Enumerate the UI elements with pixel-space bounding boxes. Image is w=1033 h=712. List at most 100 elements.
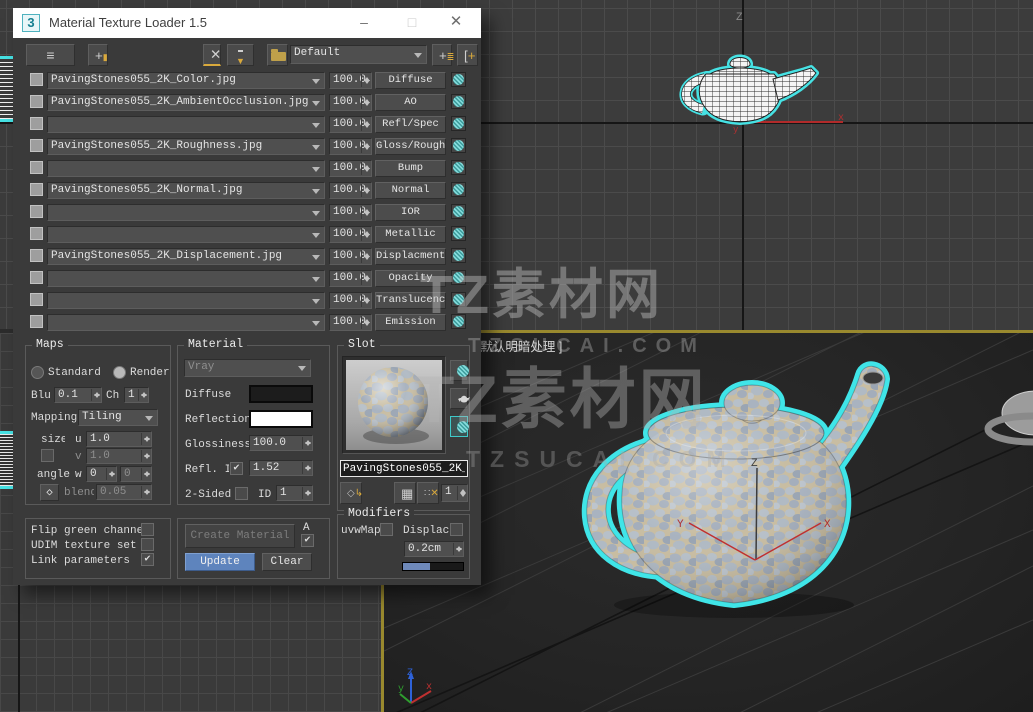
map-type-button[interactable]: Refl/Spec <box>375 116 446 133</box>
amount-spinner[interactable]: 100.0 <box>329 270 372 287</box>
amount-spinner[interactable]: 100.0 <box>329 248 372 265</box>
texture-file-dropdown[interactable] <box>47 226 325 243</box>
map-enable-checkbox[interactable] <box>30 293 43 306</box>
u-size-spinner[interactable]: 1.0 <box>86 431 152 447</box>
map-type-button[interactable]: Displacment <box>375 248 446 265</box>
standard-radio-label[interactable]: Standard <box>48 367 101 379</box>
add-preset-button[interactable]: +≣ <box>432 44 454 66</box>
material-name-input[interactable] <box>340 460 468 477</box>
reflection-color-swatch[interactable] <box>249 410 313 428</box>
texture-file-dropdown[interactable] <box>47 314 325 331</box>
glossiness-spinner[interactable]: 100.0 <box>249 435 313 451</box>
spinner-arrows-icon[interactable] <box>138 389 147 401</box>
w-angle-spinner[interactable]: 0 <box>86 466 117 482</box>
spinner-arrows-icon[interactable] <box>361 184 370 197</box>
viewport-perspective[interactable]: Z X Y <box>384 333 1033 712</box>
map-type-button[interactable]: AO <box>375 94 446 111</box>
auto-checkbox[interactable] <box>301 534 314 547</box>
map-enable-checkbox[interactable] <box>30 315 43 328</box>
map-channel-icon[interactable] <box>451 160 466 175</box>
refl-ior-checkbox[interactable] <box>230 462 243 475</box>
spinner-arrows-icon[interactable] <box>361 118 370 131</box>
preview-teapot-button[interactable] <box>450 388 470 409</box>
texture-file-dropdown[interactable]: PavingStones055_2K_Normal.jpg <box>47 182 325 199</box>
amount-spinner[interactable]: 100.0 <box>329 160 372 177</box>
render-radio[interactable] <box>113 366 126 379</box>
map-enable-checkbox[interactable] <box>30 249 43 262</box>
displace-height-slider[interactable] <box>402 562 464 571</box>
material-preview[interactable] <box>342 356 446 454</box>
map-type-button[interactable]: Bump <box>375 160 446 177</box>
spinner-arrows-icon[interactable] <box>361 316 370 329</box>
blend-spinner[interactable]: 0.05 <box>96 484 152 500</box>
partial-wireframe-object[interactable] <box>0 56 13 122</box>
map-enable-checkbox[interactable] <box>30 161 43 174</box>
spinner-arrows-icon[interactable] <box>457 486 466 500</box>
texture-file-dropdown[interactable] <box>47 270 325 287</box>
amount-spinner[interactable]: 100.0 <box>329 138 372 155</box>
map-enable-checkbox[interactable] <box>30 183 43 196</box>
amount-spinner[interactable]: 100.0 <box>329 226 372 243</box>
spinner-arrows-icon[interactable] <box>361 294 370 307</box>
map-channel-icon[interactable] <box>451 314 466 329</box>
amount-spinner[interactable]: 100.0 <box>329 94 372 111</box>
map-enable-checkbox[interactable] <box>30 271 43 284</box>
partial-gray-object[interactable] <box>984 390 1033 446</box>
uvwmap-checkbox[interactable] <box>380 523 393 536</box>
close-button[interactable]: ✕ <box>445 12 467 34</box>
uniform-size-checkbox[interactable] <box>41 449 54 462</box>
render-radio-label[interactable]: Render <box>130 367 170 379</box>
map-type-button[interactable]: Translucency <box>375 292 446 309</box>
spinner-arrows-icon[interactable] <box>141 486 150 498</box>
update-button[interactable]: Update <box>185 553 255 571</box>
spinner-arrows-icon[interactable] <box>141 468 150 480</box>
spinner-arrows-icon[interactable] <box>361 162 370 175</box>
map-type-button[interactable]: Normal <box>375 182 446 199</box>
spinner-arrows-icon[interactable] <box>361 74 370 87</box>
spinner-arrows-icon[interactable] <box>361 250 370 263</box>
map-channel-icon[interactable] <box>451 94 466 109</box>
preview-sphere-button[interactable] <box>450 360 469 381</box>
map-enable-checkbox[interactable] <box>30 73 43 86</box>
export-preset-button[interactable]: [+ <box>457 44 478 66</box>
clear-button[interactable]: Clear <box>262 553 312 571</box>
spinner-arrows-icon[interactable] <box>106 468 115 480</box>
clear-list-button[interactable]: ✕ <box>203 44 221 66</box>
map-enable-checkbox[interactable] <box>30 95 43 108</box>
udim-checkbox[interactable] <box>141 538 154 551</box>
texture-file-dropdown[interactable] <box>47 116 325 133</box>
map-channel-icon[interactable] <box>451 248 466 263</box>
teapot-selected[interactable] <box>581 361 890 608</box>
channel-spinner[interactable]: 1 <box>124 387 149 403</box>
texture-file-dropdown[interactable]: PavingStones055_2K_Roughness.jpg <box>47 138 325 155</box>
standard-radio[interactable] <box>31 366 44 379</box>
map-channel-icon[interactable] <box>451 182 466 197</box>
map-channel-icon[interactable] <box>451 72 466 87</box>
map-type-button[interactable]: Diffuse <box>375 72 446 89</box>
spinner-arrows-icon[interactable] <box>361 228 370 241</box>
filter-maps-button[interactable]: ▼ <box>227 44 254 66</box>
spinner-arrows-icon[interactable] <box>453 543 462 555</box>
create-material-button[interactable]: Create Material <box>185 524 295 548</box>
stack-menu-button[interactable]: ≡ <box>26 44 75 66</box>
spinner-arrows-icon[interactable] <box>302 462 311 474</box>
angle2-spinner[interactable]: 0 <box>120 466 152 482</box>
amount-spinner[interactable]: 100.0 <box>329 116 372 133</box>
material-editor-button[interactable]: ▦ <box>394 482 416 504</box>
map-type-button[interactable]: Emission <box>375 314 446 331</box>
spinner-arrows-icon[interactable] <box>141 433 150 445</box>
spinner-arrows-icon[interactable] <box>141 450 150 462</box>
ior-spinner[interactable]: 1.52 <box>249 460 313 476</box>
map-enable-checkbox[interactable] <box>30 205 43 218</box>
diffuse-color-swatch[interactable] <box>249 385 313 403</box>
texture-file-dropdown[interactable] <box>47 204 325 221</box>
map-channel-icon[interactable] <box>451 138 466 153</box>
spinner-arrows-icon[interactable] <box>361 140 370 153</box>
maximize-button[interactable]: □ <box>401 12 423 34</box>
map-enable-checkbox[interactable] <box>30 117 43 130</box>
v-size-spinner[interactable]: 1.0 <box>86 448 152 464</box>
link-params-checkbox[interactable] <box>141 553 154 566</box>
spinner-arrows-icon[interactable] <box>361 96 370 109</box>
amount-spinner[interactable]: 100.0 <box>329 204 372 221</box>
wireframe-teapot[interactable] <box>670 46 820 128</box>
